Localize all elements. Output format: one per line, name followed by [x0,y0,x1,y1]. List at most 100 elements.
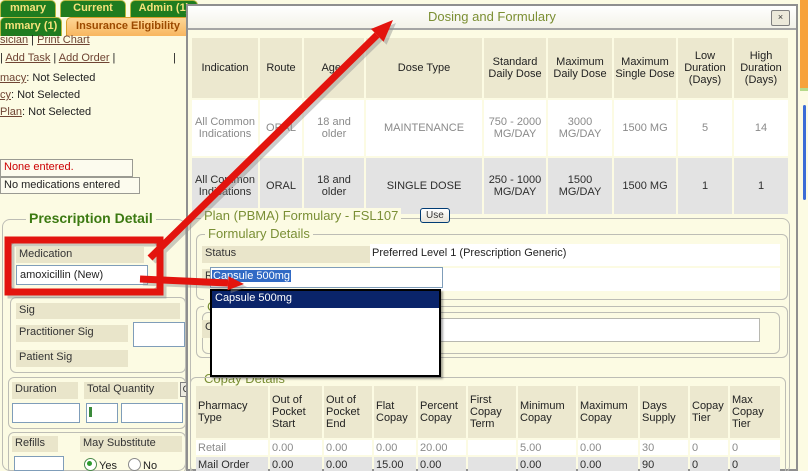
refills-label: Refills [12,436,58,452]
column-header: Percent Copay [418,386,466,438]
combobox-selected-text: Capsule 500mg [212,270,291,282]
cell: 0 [730,440,780,455]
window-title: Dosing and Formulary [188,6,796,28]
cell: 0 [690,440,728,455]
column-header: Days Supply [640,386,688,438]
status-label: Status [202,246,370,263]
cell [468,440,516,455]
no-radio[interactable] [128,458,141,471]
cell: 0 [690,457,728,471]
duration-input[interactable] [12,403,80,423]
cell: 18 and older [304,100,364,156]
scrollbar-thumb[interactable] [803,105,806,200]
copay-header-row: Pharmacy Type Out of Pocket Start Out of… [196,386,780,438]
plan-formulary-legend: Plan (PBMA) Formulary - FSL107 [201,208,401,223]
nav-line-2: | Add Task | Add Order | [0,52,115,64]
medication-input[interactable]: amoxicillin (New) [16,265,148,285]
list-item[interactable]: Capsule 500mg [212,291,439,308]
column-header: Out of Pocket End [324,386,372,438]
use-button[interactable]: Use [420,208,450,223]
column-header: Dose Type [366,38,482,98]
column-header: Copay Tier [690,386,728,438]
copay-table: Pharmacy Type Out of Pocket Start Out of… [194,384,782,471]
table-row: All Common Indications ORAL 18 and older… [192,158,788,214]
refills-input[interactable] [14,456,64,471]
cell: 14 [734,100,788,156]
yes-radio-label: Yes [99,460,117,471]
dosing-table: Indication Route Ages Dose Type Standard… [190,36,790,216]
column-header: Maximum Single Dose [614,38,676,98]
cell: 0.00 [324,440,372,455]
sig-label: Sig [16,303,180,319]
column-header: Max Copay Tier [730,386,780,438]
cell: 5 [678,100,732,156]
drug-form-combobox[interactable]: Capsule 500mg [210,267,443,288]
cell: ORAL [260,158,302,214]
plan-link[interactable]: Plan [0,106,22,118]
cell: 1500 MG [614,100,676,156]
practitioner-sig-input[interactable] [133,322,185,347]
nav-line-1: sician | Print Chart [0,34,90,46]
cell: 1500 MG/DAY [548,158,612,214]
nav-separator: | [28,34,37,46]
status-value: : Not Selected [22,106,91,118]
table-row: Retail 0.00 0.00 0.00 20.00 5.00 0.00 30… [196,440,780,455]
page-right-edge [800,0,808,471]
cell: SINGLE DOSE [366,158,482,214]
patient-sig-label: Patient Sig [16,350,128,367]
status-value: Preferred Level 1 (Prescription Generic) [370,244,780,266]
cell: 750 - 2000 MG/DAY [484,100,546,156]
agency-link[interactable]: cy [0,89,11,101]
no-medications-notice: No medications entered [0,177,140,194]
dosing-header-row: Indication Route Ages Dose Type Standard… [192,38,788,98]
drug-form-listbox[interactable]: Capsule 500mg [210,289,441,377]
cell: 1 [734,158,788,214]
cell: All Common Indications [192,100,258,156]
cell: 0.00 [270,440,322,455]
may-substitute-radios: Yes No [84,458,157,471]
cell: 5.00 [518,440,576,455]
duration-label: Duration [12,382,78,399]
total-quantity-input-2[interactable] [121,403,183,423]
column-header: Out of Pocket Start [270,386,322,438]
column-header: Minimum Copay [518,386,576,438]
cell: 18 and older [304,158,364,214]
dosing-formulary-window: Dosing and Formulary × Indication Route … [186,4,798,471]
add-order-link[interactable]: Add Order [59,52,110,64]
tab-summary-top[interactable]: mmary [0,0,56,17]
pharmacy-link[interactable]: macy [0,72,26,84]
cell: 0.00 [418,457,466,471]
column-header: Maximum Copay [578,386,638,438]
cell: 0 [730,457,780,471]
cell: Mail Order [196,457,268,471]
print-chart-link[interactable]: Print Chart [37,34,90,46]
yes-radio[interactable] [84,458,97,471]
pharmacy-status-line: macy: Not Selected [0,72,95,84]
cell: 1 [678,158,732,214]
cell: ORAL [260,100,302,156]
cell: 3000 MG/DAY [548,100,612,156]
may-substitute-label: May Substitute [80,436,182,452]
add-task-link[interactable]: Add Task [5,52,50,64]
cell: 0.00 [578,440,638,455]
cell: 90 [640,457,688,471]
nav-extra-pipe: | [173,52,176,64]
nav-separator: | [110,52,116,64]
cell: 30 [640,440,688,455]
physician-link[interactable]: sician [0,34,28,46]
tab-current[interactable]: Current [60,0,126,17]
cell: 1500 MG [614,158,676,214]
column-header: Pharmacy Type [196,386,268,438]
cell: 0.00 [324,457,372,471]
window-titlebar[interactable]: Dosing and Formulary × [188,6,796,30]
nav-separator: | [50,52,58,64]
practitioner-sig-label: Practitioner Sig [16,325,128,342]
column-header: High Duration (Days) [734,38,788,98]
status-value: : Not Selected [26,72,95,84]
cell: 20.00 [418,440,466,455]
agency-status-line: cy: Not Selected [0,89,80,101]
close-icon[interactable]: × [771,10,790,26]
table-row: Mail Order 0.00 0.00 15.00 0.00 0.00 0.0… [196,457,780,471]
orange-panel-edge [800,0,808,88]
cell: 250 - 1000 MG/DAY [484,158,546,214]
